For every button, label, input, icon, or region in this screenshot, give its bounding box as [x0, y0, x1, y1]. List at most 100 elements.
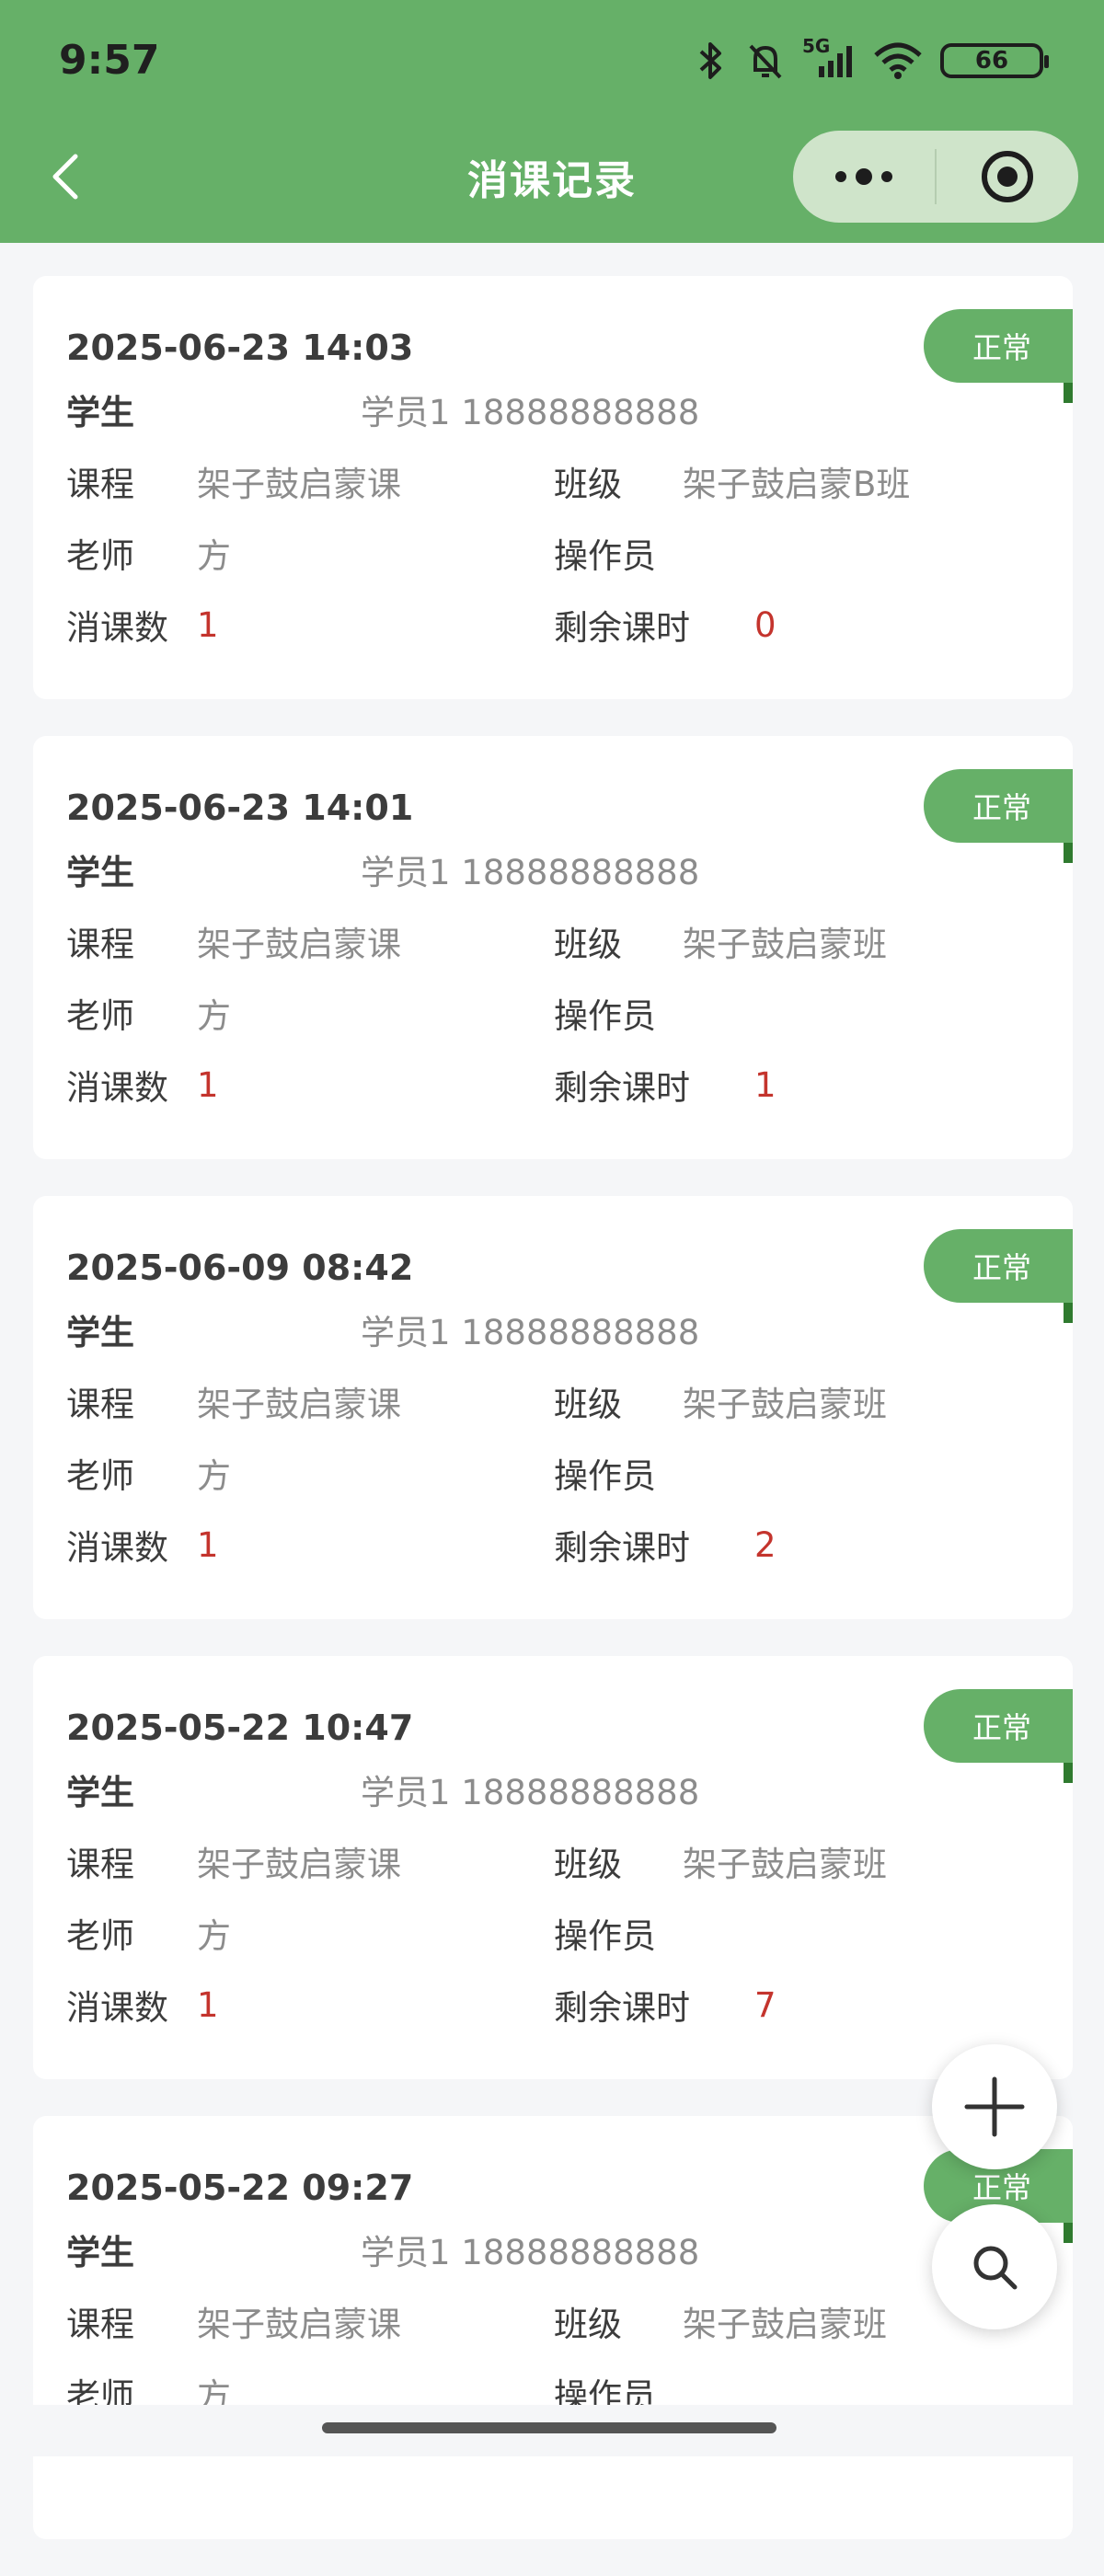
consumed-remaining-row: 消课数 1 剩余课时 2 [66, 1509, 1040, 1581]
remaining-label: 剩余课时 [554, 1988, 690, 2028]
status-badge: 正常 [924, 1689, 1073, 1763]
course-label: 课程 [66, 465, 134, 504]
student-row: 学生 学员1 18888888888 [66, 834, 1040, 905]
remaining-value: 0 [754, 604, 776, 645]
record-datetime: 2025-06-23 14:03 [66, 328, 414, 368]
course-class-row: 课程 架子鼓启蒙课 班级 架子鼓启蒙班 [66, 1825, 1040, 1897]
status-badge: 正常 [924, 309, 1073, 383]
battery-level: 66 [974, 47, 1009, 75]
course-value: 架子鼓启蒙课 [197, 1845, 401, 1884]
course-value: 架子鼓启蒙课 [197, 2305, 401, 2344]
remaining-value: 2 [754, 1524, 776, 1565]
student-value: 学员1 18888888888 [361, 393, 700, 432]
add-button[interactable] [932, 2044, 1057, 2169]
operator-label: 操作员 [554, 1456, 656, 1496]
class-label: 班级 [554, 1385, 622, 1424]
student-row: 学生 学员1 18888888888 [66, 1294, 1040, 1365]
student-label: 学生 [66, 393, 134, 432]
teacher-operator-row: 老师 方 操作员 [66, 1437, 1040, 1509]
record-list: 正常 2025-06-23 14:03 学生 学员1 18888888888 课… [33, 276, 1073, 2576]
class-value: 架子鼓启蒙班 [683, 2305, 887, 2344]
student-label: 学生 [66, 853, 134, 892]
course-label: 课程 [66, 1845, 134, 1884]
consumed-value: 1 [197, 1064, 219, 1105]
status-icons: 5G 66 [692, 35, 1049, 81]
consumed-value: 1 [197, 604, 219, 645]
class-value: 架子鼓启蒙班 [683, 925, 887, 964]
class-value: 架子鼓启蒙班 [683, 1385, 887, 1424]
search-icon [973, 2246, 1018, 2290]
student-value: 学员1 18888888888 [361, 1773, 700, 1812]
student-label: 学生 [66, 1313, 134, 1352]
bell-muted-icon [749, 44, 782, 79]
record-card[interactable]: 正常 2025-05-22 10:47 学生 学员1 18888888888 课… [33, 1656, 1073, 2079]
badge-fold [1064, 383, 1073, 403]
bluetooth-icon [699, 42, 721, 79]
battery-icon: 66 [940, 43, 1049, 78]
class-label: 班级 [554, 2305, 622, 2344]
teacher-label: 老师 [66, 536, 134, 576]
student-value: 学员1 18888888888 [361, 2233, 700, 2272]
course-value: 架子鼓启蒙课 [197, 465, 401, 504]
student-row: 学生 学员1 18888888888 [66, 2214, 1040, 2285]
badge-fold [1064, 1303, 1073, 1323]
record-card[interactable]: 正常 2025-06-23 14:01 学生 学员1 18888888888 课… [33, 736, 1073, 1159]
consumed-remaining-row: 消课数 1 剩余课时 1 [66, 1049, 1040, 1121]
home-indicator [322, 2422, 776, 2433]
operator-label: 操作员 [554, 536, 656, 576]
student-row: 学生 学员1 18888888888 [66, 1754, 1040, 1825]
course-class-row: 课程 架子鼓启蒙课 班级 架子鼓启蒙班 [66, 905, 1040, 977]
class-value: 架子鼓启蒙班 [683, 1845, 887, 1884]
remaining-label: 剩余课时 [554, 608, 690, 648]
consumed-value: 1 [197, 1984, 219, 2025]
consumed-label: 消课数 [66, 608, 168, 648]
student-label: 学生 [66, 1773, 134, 1812]
consumed-label: 消课数 [66, 1988, 168, 2028]
wifi-icon [874, 42, 922, 79]
teacher-label: 老师 [66, 1916, 134, 1956]
student-row: 学生 学员1 18888888888 [66, 374, 1040, 445]
more-menu-button[interactable] [793, 131, 935, 223]
badge-fold [1064, 843, 1073, 863]
record-datetime: 2025-05-22 10:47 [66, 1708, 414, 1748]
record-card[interactable]: 正常 2025-06-09 08:42 学生 学员1 18888888888 课… [33, 1196, 1073, 1619]
operator-label: 操作员 [554, 996, 656, 1036]
course-label: 课程 [66, 1385, 134, 1424]
record-datetime: 2025-05-22 09:27 [66, 2168, 414, 2208]
course-class-row: 课程 架子鼓启蒙课 班级 架子鼓启蒙B班 [66, 445, 1040, 517]
teacher-value: 方 [197, 536, 231, 576]
teacher-value: 方 [197, 1456, 231, 1496]
teacher-value: 方 [197, 1916, 231, 1956]
student-label: 学生 [66, 2233, 134, 2272]
close-miniapp-button[interactable] [937, 131, 1078, 223]
record-datetime: 2025-06-23 14:01 [66, 788, 414, 828]
record-datetime: 2025-06-09 08:42 [66, 1248, 414, 1288]
class-label: 班级 [554, 1845, 622, 1884]
record-card[interactable]: 正常 2025-06-23 14:03 学生 学员1 18888888888 课… [33, 276, 1073, 699]
plus-icon [964, 2076, 1025, 2137]
search-button[interactable] [932, 2204, 1057, 2329]
consumed-label: 消课数 [66, 1528, 168, 1568]
teacher-operator-row: 老师 方 操作员 [66, 977, 1040, 1049]
status-time: 9:57 [59, 37, 160, 84]
target-circle-icon [982, 151, 1033, 202]
record-card[interactable]: 正常 2025-05-22 09:27 学生 学员1 18888888888 课… [33, 2116, 1073, 2539]
more-dots-icon [835, 168, 892, 185]
signal-icon: 5G [802, 35, 856, 81]
teacher-operator-row: 老师 方 操作员 [66, 1897, 1040, 1969]
remaining-value: 1 [754, 1064, 776, 1105]
header-bar: 9:57 5G 66 消课记录 [0, 0, 1104, 243]
teacher-value: 方 [197, 996, 231, 1036]
consumed-remaining-row: 消课数 1 剩余课时 7 [66, 1969, 1040, 2041]
consumed-label: 消课数 [66, 1068, 168, 1108]
course-value: 架子鼓启蒙课 [197, 925, 401, 964]
class-label: 班级 [554, 465, 622, 504]
consumed-remaining-row: 消课数 1 剩余课时 0 [66, 589, 1040, 661]
course-label: 课程 [66, 925, 134, 964]
status-badge: 正常 [924, 769, 1073, 843]
operator-label: 操作员 [554, 1916, 656, 1956]
course-label: 课程 [66, 2305, 134, 2344]
student-value: 学员1 18888888888 [361, 853, 700, 892]
remaining-value: 7 [754, 1984, 776, 2025]
course-value: 架子鼓启蒙课 [197, 1385, 401, 1424]
